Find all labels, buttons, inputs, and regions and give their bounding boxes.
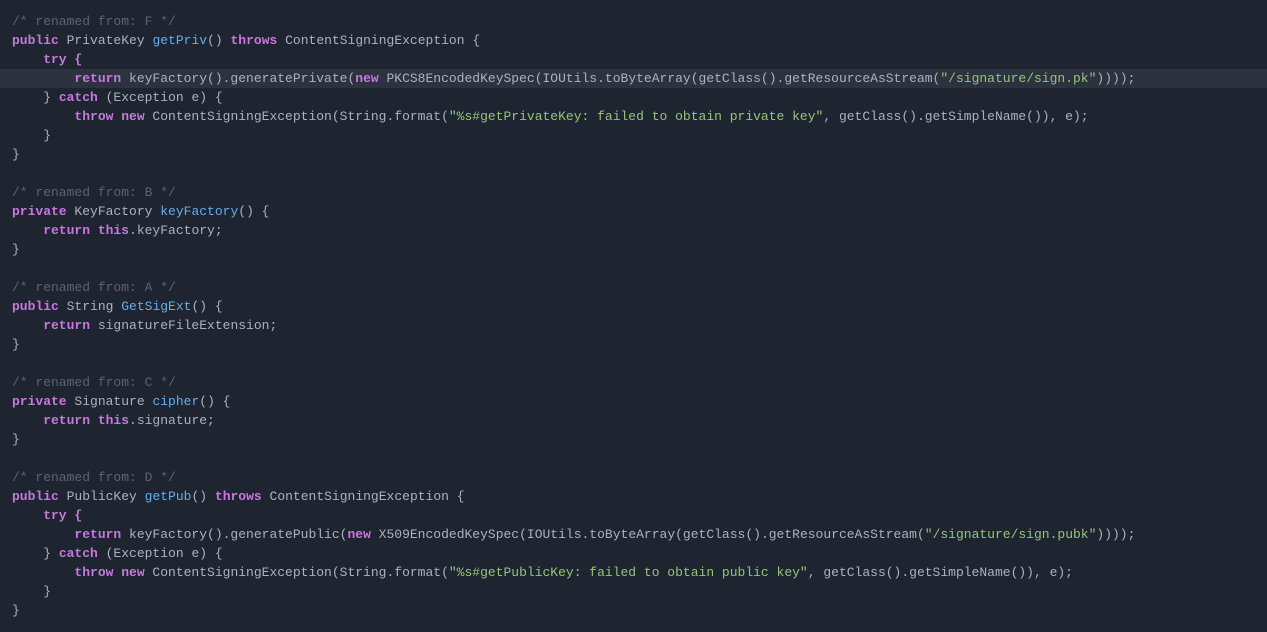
- brace: {: [207, 299, 223, 314]
- brace: }: [12, 147, 20, 162]
- string-literal: "%s#getPrivateKey: failed to obtain priv…: [449, 109, 823, 124]
- method-name: GetSigExt: [121, 299, 191, 314]
- keyword-catch: catch: [59, 546, 98, 561]
- keyword-new: new: [347, 527, 370, 542]
- highlighted-line: return keyFactory().generatePrivate(new …: [0, 69, 1267, 88]
- method-name: getPub: [145, 489, 192, 504]
- parens: (): [191, 299, 207, 314]
- keyword-return: return: [12, 71, 121, 86]
- return-type: PrivateKey: [67, 33, 145, 48]
- comment: /* renamed from: A */: [12, 280, 176, 295]
- tail: ))));: [1096, 527, 1135, 542]
- call-chain: keyFactory().generatePublic(: [121, 527, 347, 542]
- brace: }: [12, 242, 20, 257]
- method-name: getPriv: [152, 33, 207, 48]
- keyword-private: private: [12, 204, 67, 219]
- brace: {: [254, 204, 270, 219]
- call-chain: PKCS8EncodedKeySpec(IOUtils.toByteArray(…: [379, 71, 941, 86]
- comment: /* renamed from: B */: [12, 185, 176, 200]
- keyword-return: return: [12, 223, 90, 238]
- keyword-new: new: [355, 71, 378, 86]
- method-name: keyFactory: [160, 204, 238, 219]
- keyword-public: public: [12, 33, 59, 48]
- keyword-this: this: [90, 223, 129, 238]
- keyword-throws: throws: [215, 489, 262, 504]
- tail: , getClass().getSimpleName()), e);: [823, 109, 1088, 124]
- exception-type: ContentSigningException: [270, 489, 449, 504]
- field-access: .keyFactory;: [129, 223, 223, 238]
- field-access: .signature;: [129, 413, 215, 428]
- brace: }: [12, 546, 59, 561]
- keyword-throw-new: throw new: [12, 109, 145, 124]
- try-line: try {: [12, 52, 82, 67]
- exception-type: ContentSigningException: [285, 33, 464, 48]
- try-line: try {: [12, 508, 82, 523]
- keyword-return: return: [12, 413, 90, 428]
- keyword-public: public: [12, 299, 59, 314]
- code-editor[interactable]: /* renamed from: F */ public PrivateKey …: [0, 0, 1267, 632]
- call-chain: keyFactory().generatePrivate(: [121, 71, 355, 86]
- parens: (): [238, 204, 254, 219]
- parens: (): [199, 394, 215, 409]
- brace: }: [12, 337, 20, 352]
- keyword-catch: catch: [59, 90, 98, 105]
- brace: }: [12, 584, 51, 599]
- keyword-this: this: [90, 413, 129, 428]
- catch-paren: (Exception e) {: [98, 546, 223, 561]
- string-literal: "/signature/sign.pk": [940, 71, 1096, 86]
- return-type: Signature: [74, 394, 144, 409]
- parens: (): [191, 489, 207, 504]
- return-type: KeyFactory: [74, 204, 152, 219]
- keyword-public: public: [12, 489, 59, 504]
- call-chain: ContentSigningException(String.format(: [145, 565, 449, 580]
- parens: (): [207, 33, 223, 48]
- brace: }: [12, 128, 51, 143]
- tail: ))));: [1096, 71, 1135, 86]
- field-access: signatureFileExtension;: [90, 318, 277, 333]
- comment: /* renamed from: C */: [12, 375, 176, 390]
- comment: /* renamed from: D */: [12, 470, 176, 485]
- catch-paren: (Exception e) {: [98, 90, 223, 105]
- keyword-throw-new: throw new: [12, 565, 145, 580]
- return-type: PublicKey: [67, 489, 137, 504]
- brace: {: [465, 33, 481, 48]
- brace: {: [215, 394, 231, 409]
- tail: , getClass().getSimpleName()), e);: [808, 565, 1073, 580]
- keyword-return: return: [12, 318, 90, 333]
- keyword-private: private: [12, 394, 67, 409]
- keyword-throws: throws: [230, 33, 277, 48]
- method-name: cipher: [152, 394, 199, 409]
- comment: /* renamed from: F */: [12, 14, 176, 29]
- brace: }: [12, 432, 20, 447]
- brace: }: [12, 603, 20, 618]
- brace: }: [12, 90, 59, 105]
- brace: {: [449, 489, 465, 504]
- keyword-return: return: [12, 527, 121, 542]
- call-chain: X509EncodedKeySpec(IOUtils.toByteArray(g…: [371, 527, 925, 542]
- return-type: String: [67, 299, 114, 314]
- string-literal: "%s#getPublicKey: failed to obtain publi…: [449, 565, 808, 580]
- string-literal: "/signature/sign.pubk": [925, 527, 1097, 542]
- call-chain: ContentSigningException(String.format(: [145, 109, 449, 124]
